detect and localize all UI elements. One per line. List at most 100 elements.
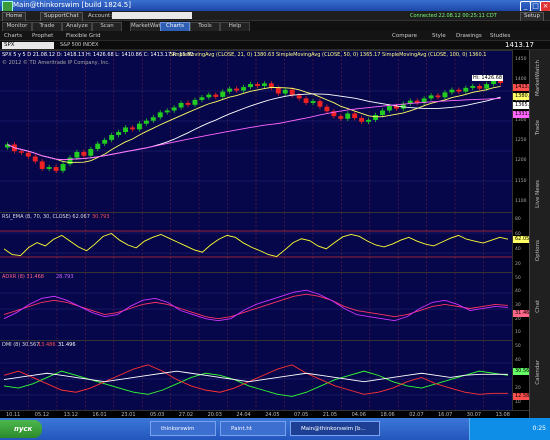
connection-status: Connected 22.08.12 00:25:11 CDT	[410, 13, 497, 19]
candle	[463, 87, 469, 92]
candle	[81, 151, 87, 156]
adxr-header: ADXR (8) 31.468	[2, 274, 44, 280]
sidebar-live-news[interactable]: Live News	[535, 180, 541, 208]
sidebar-trade[interactable]: Trade	[535, 120, 541, 135]
right-sidebar: MarketWatch Trade Live News Options Chat Cale…	[529, 50, 550, 418]
candle	[275, 87, 281, 94]
candle	[130, 127, 135, 130]
time-axis: 10.11 05.12 13.12 16.01 23.01 05.03 27.02 20.03…	[0, 410, 529, 418]
charts-tab[interactable]: Charts	[4, 32, 22, 40]
dmi-header-val3: 31.496	[58, 342, 76, 348]
axis-tick-label: 20	[515, 261, 521, 267]
candle	[32, 156, 38, 162]
flexible-grid-tab[interactable]: Flexible Grid	[66, 32, 100, 40]
price-studies: SimpleMovingAvg (CLOSE, 21, 0) 1380.63 S…	[170, 52, 487, 58]
symbol-input[interactable]: SPX	[2, 42, 54, 49]
adxr-pane[interactable]: ADXR (8) 31.468 28.793	[0, 272, 512, 340]
candle	[491, 81, 497, 85]
price-axis: 1450 1400 1350 1300 1250 1200 1150 1100 1413.17 1…	[512, 50, 538, 212]
taskbar-item[interactable]: thinkorswim	[150, 421, 216, 436]
candle	[178, 102, 184, 108]
symbol-description: S&P 500 INDEX	[60, 42, 99, 48]
system-tray: 0:25	[469, 418, 550, 440]
window-titlebar: Main@thinkorswim [build 1824.5] _ □ ×	[0, 0, 550, 12]
sidebar-chat[interactable]: Chat	[535, 300, 541, 313]
taskbar-item[interactable]: Main@thinkorswim [b...	[290, 421, 380, 436]
start-button[interactable]: пуск	[0, 420, 42, 438]
candle	[192, 99, 198, 105]
price-header: SPX 5 y 5 D 21.08.12 O: 1418.13 H: 1426.…	[2, 52, 194, 58]
sidebar-options[interactable]: Options	[535, 240, 541, 261]
studies-button[interactable]: Studies	[490, 32, 510, 40]
candle	[386, 105, 392, 111]
adxr-chart	[0, 273, 512, 340]
adxr-header-val2: 28.793	[56, 274, 74, 280]
candle	[18, 151, 24, 153]
candle	[380, 110, 385, 116]
candle	[255, 84, 260, 86]
axis-tick-label: 10	[515, 400, 521, 405]
clock: 0:25	[532, 425, 546, 432]
candle	[25, 152, 31, 157]
axis-tick-label: 1300	[515, 117, 527, 123]
axis-tick-label: 1250	[515, 138, 527, 144]
sidebar-calendar[interactable]: Calendar	[535, 360, 541, 385]
dmi-header: DMI (8) 30.567	[2, 342, 40, 348]
axis-tick-label: 1400	[515, 77, 527, 83]
candle	[88, 148, 94, 156]
candle	[206, 94, 212, 98]
main-nav: Monitor Trade Analyze Scan MarketWatch Charts…	[0, 21, 550, 32]
axis-tick-label: 80	[515, 216, 521, 222]
top-toolbar: Home SupportChat Account: Connected 22.0…	[0, 11, 550, 22]
candle	[435, 95, 441, 98]
axis-tick-label: 40	[515, 358, 521, 363]
account-select[interactable]	[112, 12, 192, 19]
candle	[116, 131, 122, 135]
candle	[366, 119, 372, 122]
candle	[498, 81, 503, 83]
candle	[60, 164, 66, 171]
candle	[345, 113, 351, 119]
symbol-bar: SPX S&P 500 INDEX 1413.17	[0, 41, 550, 50]
candle	[241, 87, 247, 91]
candle	[171, 107, 177, 111]
axis-tick-label: 1100	[515, 198, 527, 204]
candle	[46, 167, 52, 169]
dmi-pane[interactable]: DMI (8) 30.567 13.486 31.496	[0, 340, 512, 410]
copyright: © 2012 © TD Ameritrade IP Company, Inc.	[2, 60, 110, 66]
axis-tick-label: 1150	[515, 178, 527, 184]
candle	[456, 89, 462, 92]
rsi-chart	[0, 213, 512, 272]
candle	[470, 85, 476, 88]
price-pane[interactable]: SPX 5 y 5 D 21.08.12 O: 1418.13 H: 1426.…	[0, 50, 512, 212]
dmi-chart	[0, 341, 512, 410]
axis-tick-label: 20	[515, 386, 521, 391]
rsi-pane[interactable]: RSI_EMA (8, 70, 30, CLOSE) 62.067 30.793	[0, 212, 512, 272]
taskbar-item[interactable]: Paint.ht	[220, 421, 286, 436]
candle	[53, 167, 59, 171]
drawings-button[interactable]: Drawings	[456, 32, 482, 40]
style-button[interactable]: Style	[432, 32, 446, 40]
account-label: Account:	[88, 13, 113, 19]
compare-button[interactable]: Compare	[392, 32, 417, 40]
dmi-axis: 504030201030.568912.5899	[512, 340, 538, 410]
candle	[109, 135, 115, 140]
candle	[95, 143, 101, 149]
candle	[289, 89, 295, 96]
candle	[484, 84, 490, 89]
sidebar-marketwatch[interactable]: MarketWatch	[535, 60, 541, 96]
candle	[199, 97, 205, 100]
axis-tick-label: 40	[515, 289, 521, 295]
candle	[164, 110, 170, 113]
candle	[310, 101, 316, 103]
price-chart	[0, 51, 512, 212]
adxr-axis: 50 40 30 20 10 31.4654	[512, 272, 538, 340]
prophet-tab[interactable]: Prophet	[32, 32, 53, 40]
axis-tick-label: 20	[515, 316, 521, 322]
rsi-header: RSI_EMA (8, 70, 30, CLOSE) 62.067	[2, 214, 90, 220]
candle	[136, 123, 142, 130]
candle	[39, 161, 45, 169]
axis-tick-label: 50	[515, 275, 521, 281]
candle	[442, 92, 448, 98]
candle	[234, 88, 240, 91]
